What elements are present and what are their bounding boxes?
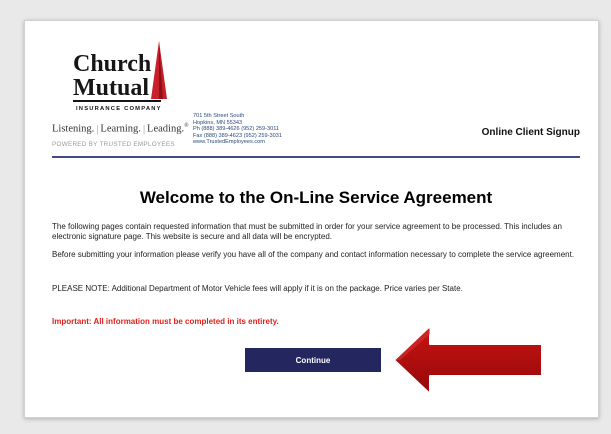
address-city: Hopkins, MN 55343 <box>193 119 243 126</box>
logo-line-2: Mutual <box>73 75 149 101</box>
tagline-learning: Learning. <box>100 123 141 135</box>
address-fax: Fax (888) 389-4623 (952) 259-3031 <box>193 132 282 139</box>
verify-paragraph: Before submitting your information pleas… <box>52 250 575 259</box>
tagline-listening: Listening. <box>52 123 95 135</box>
logo-line-1: Church <box>73 51 151 77</box>
logo-subtitle: INSURANCE COMPANY <box>76 106 162 112</box>
intro-paragraph: The following pages contain requested in… <box>52 222 562 241</box>
online-client-signup-label: Online Client Signup <box>481 127 580 138</box>
continue-button[interactable]: Continue <box>245 348 381 372</box>
contact-address: 701 5th Street South Hopkins, MN 55343 P… <box>193 113 282 146</box>
tagline: Listening. | Learning. | Leading.® <box>52 123 189 135</box>
powered-by-text: POWERED BY TRUSTED EMPLOYEES <box>52 141 175 148</box>
dmv-fee-note: PLEASE NOTE: Additional Department of Mo… <box>52 284 463 293</box>
header-divider <box>52 156 580 158</box>
important-note: Important: All information must be compl… <box>52 317 279 326</box>
tagline-leading: Leading. <box>147 123 185 135</box>
signup-card: Church Mutual INSURANCE COMPANY Listenin… <box>24 20 599 418</box>
address-web: www.TrustedEmployees.com <box>193 139 265 146</box>
registered-mark: ® <box>184 123 189 129</box>
address-street: 701 5th Street South <box>193 113 245 119</box>
church-mutual-logo: Church Mutual INSURANCE COMPANY <box>73 41 167 112</box>
address-phone: Ph (888) 389-4626 (952) 259-3011 <box>193 126 280 133</box>
page-title: Welcome to the On-Line Service Agreement <box>139 188 493 207</box>
red-arrow-icon <box>393 325 543 395</box>
